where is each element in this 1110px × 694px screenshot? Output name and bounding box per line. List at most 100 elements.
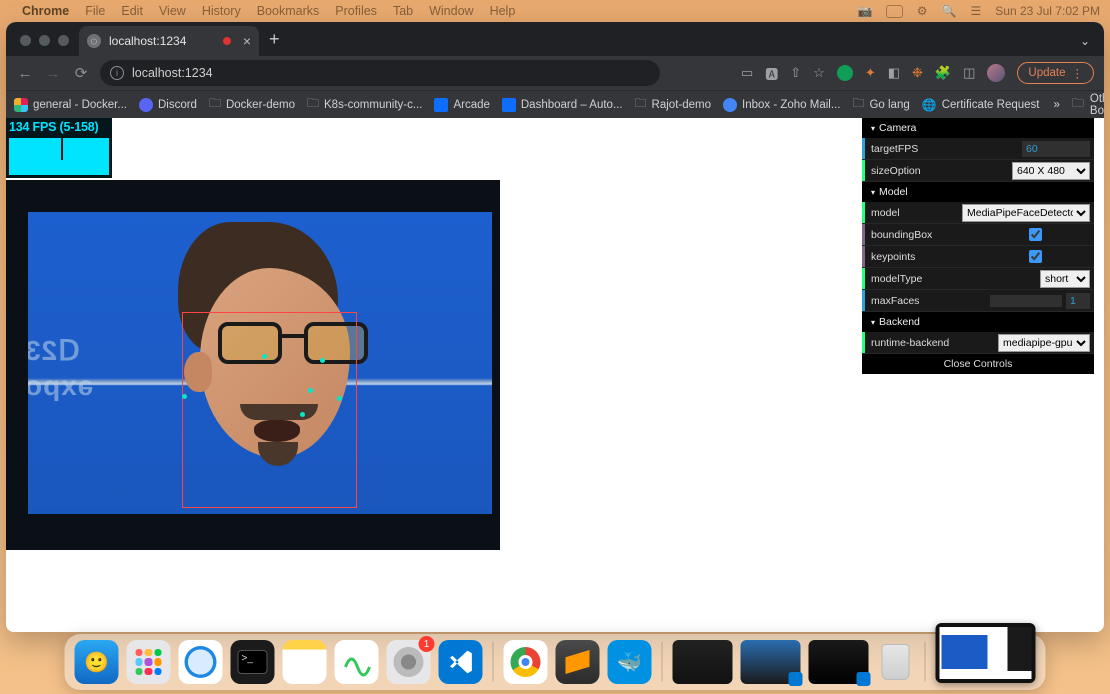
gui-row-sizeoption: sizeOption 640 X 480 <box>862 160 1094 182</box>
dock-chrome-icon[interactable] <box>504 640 548 684</box>
discord-icon <box>139 98 153 112</box>
status-datetime[interactable]: Sun 23 Jul 7:02 PM <box>995 4 1100 18</box>
face-keypoint <box>320 358 325 363</box>
dock-minimized-window[interactable] <box>936 623 1036 683</box>
chrome-update-button[interactable]: Update⋮ <box>1017 62 1094 84</box>
bookmark-item[interactable]: general - Docker... <box>14 98 127 112</box>
tab-recording-icon <box>223 37 231 45</box>
tab-close-icon[interactable]: × <box>243 34 251 48</box>
dock-safari-icon[interactable] <box>179 640 223 684</box>
address-bar[interactable]: i localhost:1234 <box>100 60 660 86</box>
gui-row-boundingbox: boundingBox <box>862 224 1094 246</box>
extension-icon[interactable]: ✦ <box>865 65 876 81</box>
face-keypoint <box>337 396 342 401</box>
menu-edit[interactable]: Edit <box>121 4 143 18</box>
stats-fps-panel[interactable]: 134 FPS (5-158) <box>6 118 112 178</box>
profile-avatar-icon[interactable] <box>987 64 1005 82</box>
macos-dock: 🙂 >_ 1 🐳 <box>65 634 1046 690</box>
status-battery-icon[interactable] <box>886 5 902 18</box>
status-control-center-icon[interactable]: ☰ <box>971 4 982 18</box>
cast-icon[interactable]: ▭ <box>741 65 753 81</box>
tab-favicon-icon: ◌ <box>87 34 101 48</box>
bookmark-overflow-icon[interactable]: » <box>1053 99 1059 111</box>
dat-gui-panel: Camera targetFPS sizeOption 640 X 480 Mo… <box>862 118 1094 374</box>
dock-sublime-icon[interactable] <box>556 640 600 684</box>
dock-window-stack[interactable] <box>741 640 801 684</box>
gui-section-backend[interactable]: Backend <box>862 312 1094 332</box>
dock-window-stack[interactable] <box>809 640 869 684</box>
menu-file[interactable]: File <box>85 4 105 18</box>
new-tab-button[interactable]: + <box>259 29 290 56</box>
bookmark-item[interactable]: 🗀Go lang <box>852 94 909 115</box>
bookmark-item[interactable]: 🗀Docker-demo <box>209 94 295 115</box>
gui-section-camera[interactable]: Camera <box>862 118 1094 138</box>
status-wifi-icon[interactable]: ⚙︎ <box>917 4 928 18</box>
gui-row-targetfps: targetFPS <box>862 138 1094 160</box>
bookmark-item[interactable]: Dashboard – Auto... <box>502 98 623 112</box>
bookmark-item[interactable]: Discord <box>139 98 197 112</box>
dock-finder-icon[interactable]: 🙂 <box>75 640 119 684</box>
bookmark-item[interactable]: 🌐Certificate Request <box>922 98 1040 112</box>
share-icon[interactable]: ⇧ <box>790 65 801 81</box>
nav-back-icon[interactable]: ← <box>16 65 34 82</box>
extension-icon[interactable]: ◧ <box>888 65 900 81</box>
status-camera-icon[interactable]: 📷 <box>857 4 872 18</box>
extension-icon[interactable]: ❉ <box>912 65 923 81</box>
other-bookmarks[interactable]: Other Bookmarks <box>1090 93 1104 117</box>
dock-terminal-icon[interactable]: >_ <box>231 640 275 684</box>
url-text: localhost:1234 <box>132 66 213 80</box>
gui-close-controls[interactable]: Close Controls <box>862 354 1094 374</box>
sidepanel-icon[interactable]: ◫ <box>963 65 975 81</box>
nav-forward-icon: → <box>44 65 62 82</box>
menu-window[interactable]: Window <box>429 4 473 18</box>
menu-bookmarks[interactable]: Bookmarks <box>257 4 320 18</box>
chrome-window: ◌ localhost:1234 × + ⌄ ← → ⟳ i localhost… <box>6 22 1104 632</box>
menu-app[interactable]: Chrome <box>22 4 69 18</box>
boundingbox-checkbox[interactable] <box>1029 228 1042 241</box>
menu-view[interactable]: View <box>159 4 186 18</box>
fps-text: 134 FPS (5-158) <box>6 118 112 136</box>
maxfaces-input[interactable] <box>1066 293 1090 309</box>
zoho-icon <box>723 98 737 112</box>
nav-reload-icon[interactable]: ⟳ <box>72 64 90 82</box>
folder-icon: 🗀 <box>307 94 319 115</box>
dock-launchpad-icon[interactable] <box>127 640 171 684</box>
menu-profiles[interactable]: Profiles <box>335 4 377 18</box>
modeltype-select[interactable]: short <box>1040 270 1090 288</box>
sizeoption-select[interactable]: 640 X 480 <box>1012 162 1090 180</box>
model-select[interactable]: MediaPipeFaceDetector <box>962 204 1090 222</box>
menu-help[interactable]: Help <box>490 4 516 18</box>
bookmark-item[interactable]: 🗀K8s-community-c... <box>307 94 422 115</box>
maxfaces-slider[interactable] <box>990 295 1062 307</box>
bookmark-item[interactable]: 🗀Rajot-demo <box>635 94 711 115</box>
site-info-icon[interactable]: i <box>110 66 124 80</box>
tab-overflow-icon[interactable]: ⌄ <box>1080 34 1104 56</box>
dock-vscode-icon[interactable] <box>439 640 483 684</box>
runtime-backend-select[interactable]: mediapipe-gpu <box>998 334 1090 352</box>
bookmark-item[interactable]: Arcade <box>434 98 489 112</box>
bookmark-star-icon[interactable]: ☆ <box>813 65 825 81</box>
menu-history[interactable]: History <box>202 4 241 18</box>
dock-settings-icon[interactable]: 1 <box>387 640 431 684</box>
menu-tab[interactable]: Tab <box>393 4 413 18</box>
dock-trash-icon[interactable] <box>877 640 915 684</box>
dock-notes-icon[interactable] <box>283 640 327 684</box>
fps-graph <box>9 138 109 175</box>
dock-docker-icon[interactable]: 🐳 <box>608 640 652 684</box>
page-viewport: 134 FPS (5-158) ᗡ23 ǝxpo <box>6 118 1104 632</box>
window-traffic-lights[interactable] <box>14 35 79 56</box>
bookmarks-bar: general - Docker... Discord 🗀Docker-demo… <box>6 90 1104 118</box>
keypoints-checkbox[interactable] <box>1029 250 1042 263</box>
grammarly-ext-icon[interactable] <box>837 65 853 81</box>
tab-title: localhost:1234 <box>109 34 186 48</box>
extensions-puzzle-icon[interactable]: 🧩 <box>935 65 951 81</box>
folder-icon: 🗀 <box>852 94 864 115</box>
dock-freeform-icon[interactable] <box>335 640 379 684</box>
gui-section-model[interactable]: Model <box>862 182 1094 202</box>
dock-window-stack[interactable] <box>673 640 733 684</box>
bookmark-item[interactable]: Inbox - Zoho Mail... <box>723 98 840 112</box>
translate-icon[interactable]: 🅰 <box>765 64 778 83</box>
targetfps-input[interactable] <box>1022 141 1090 157</box>
status-search-icon[interactable]: 🔍 <box>942 4 957 18</box>
browser-tab[interactable]: ◌ localhost:1234 × <box>79 26 259 56</box>
